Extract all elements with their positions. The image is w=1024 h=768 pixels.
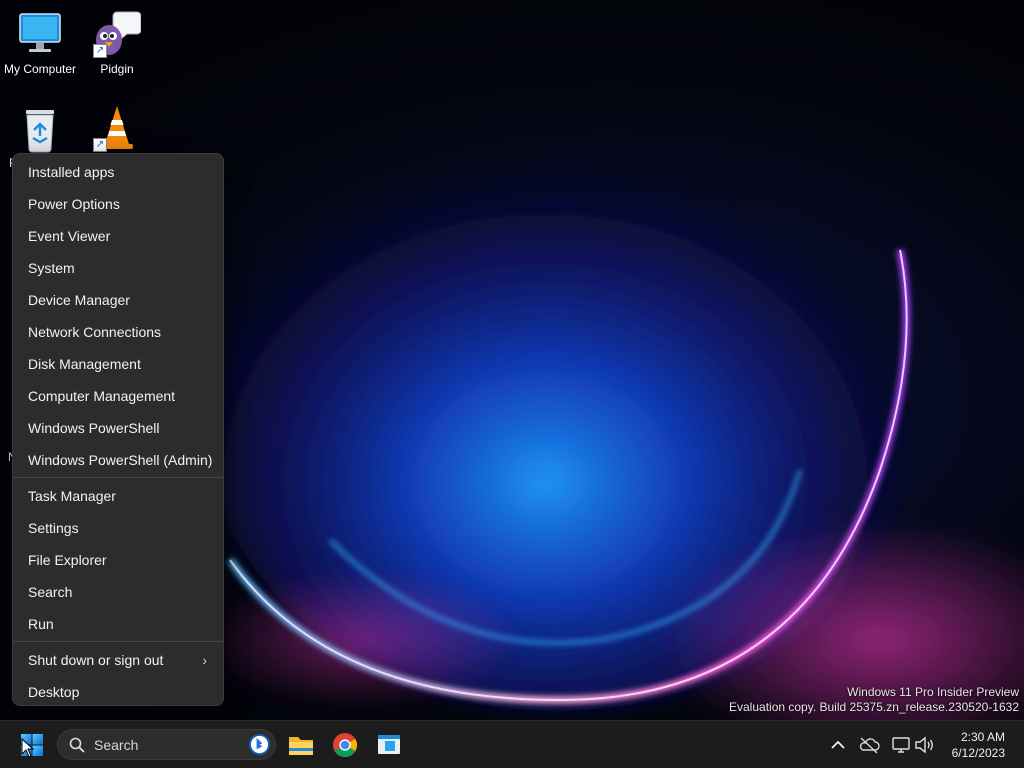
clock-time: 2:30 AM xyxy=(960,730,1005,744)
monitor-icon xyxy=(16,10,64,58)
menu-item-file-explorer[interactable]: File Explorer xyxy=(13,544,219,576)
menu-item-task-manager[interactable]: Task Manager xyxy=(13,480,219,512)
menu-item-shut-down-or-sign-out[interactable]: Shut down or sign out › xyxy=(13,644,219,676)
desktop-icon-vlc[interactable]: ↗ xyxy=(77,104,157,156)
menu-item-computer-management[interactable]: Computer Management xyxy=(13,380,219,412)
taskbar: Search 2:30 AM 6/12/2023 xyxy=(0,720,1024,768)
menu-item-windows-powershell-admin[interactable]: Windows PowerShell (Admin) xyxy=(13,444,219,476)
app-window-icon xyxy=(378,735,400,754)
desktop-icon-pidgin[interactable]: ↗ Pidgin xyxy=(77,10,157,76)
recycle-bin-icon xyxy=(16,106,64,154)
menu-item-device-manager[interactable]: Device Manager xyxy=(13,284,219,316)
menu-item-event-viewer[interactable]: Event Viewer xyxy=(13,220,219,252)
evaluation-watermark: Windows 11 Pro Insider Preview Evaluatio… xyxy=(729,685,1019,715)
search-icon xyxy=(69,737,85,753)
pidgin-icon: ↗ xyxy=(93,10,142,58)
watermark-build: Evaluation copy. Build 25375.zn_release.… xyxy=(729,700,1019,714)
onedrive-offline-icon[interactable] xyxy=(857,733,881,757)
taskbar-search-box[interactable]: Search xyxy=(57,729,276,760)
menu-item-desktop[interactable]: Desktop xyxy=(13,676,219,708)
watermark-edition: Windows 11 Pro Insider Preview xyxy=(847,685,1019,699)
menu-item-label: Shut down or sign out xyxy=(28,652,164,668)
menu-item-power-options[interactable]: Power Options xyxy=(13,188,219,220)
menu-item-disk-management[interactable]: Disk Management xyxy=(13,348,219,380)
menu-item-search[interactable]: Search xyxy=(13,576,219,608)
taskbar-chrome[interactable] xyxy=(327,727,363,763)
quick-link-menu: Installed apps Power Options Event Viewe… xyxy=(12,153,224,706)
menu-item-windows-powershell[interactable]: Windows PowerShell xyxy=(13,412,219,444)
shortcut-arrow-icon: ↗ xyxy=(93,138,107,152)
taskbar-app[interactable] xyxy=(371,727,407,763)
menu-item-system[interactable]: System xyxy=(13,252,219,284)
menu-separator xyxy=(13,477,223,478)
mouse-cursor-icon xyxy=(21,738,35,758)
desktop-icon-my-computer[interactable]: My Computer xyxy=(0,10,80,76)
shortcut-arrow-icon: ↗ xyxy=(93,44,107,58)
taskbar-file-explorer[interactable] xyxy=(283,727,319,763)
menu-item-network-connections[interactable]: Network Connections xyxy=(13,316,219,348)
vlc-icon: ↗ xyxy=(93,104,141,152)
chevron-right-icon: › xyxy=(202,652,207,668)
clock-date: 6/12/2023 xyxy=(951,746,1005,760)
chevron-up-icon[interactable] xyxy=(826,733,850,757)
search-label: Search xyxy=(94,737,139,753)
desktop-icon-label: Pidgin xyxy=(100,62,134,76)
menu-item-settings[interactable]: Settings xyxy=(13,512,219,544)
volume-icon[interactable] xyxy=(912,733,936,757)
desktop-icon-label: My Computer xyxy=(3,62,77,76)
bing-icon[interactable] xyxy=(248,733,271,756)
taskbar-clock[interactable]: 2:30 AM 6/12/2023 xyxy=(952,729,1005,761)
desktop-icon-recycle-bin[interactable]: R xyxy=(0,106,80,170)
chrome-icon xyxy=(333,733,358,758)
menu-item-run[interactable]: Run xyxy=(13,608,219,640)
menu-item-installed-apps[interactable]: Installed apps xyxy=(13,156,219,188)
file-explorer-icon xyxy=(289,737,313,755)
menu-separator xyxy=(13,641,223,642)
network-icon[interactable] xyxy=(889,733,913,757)
